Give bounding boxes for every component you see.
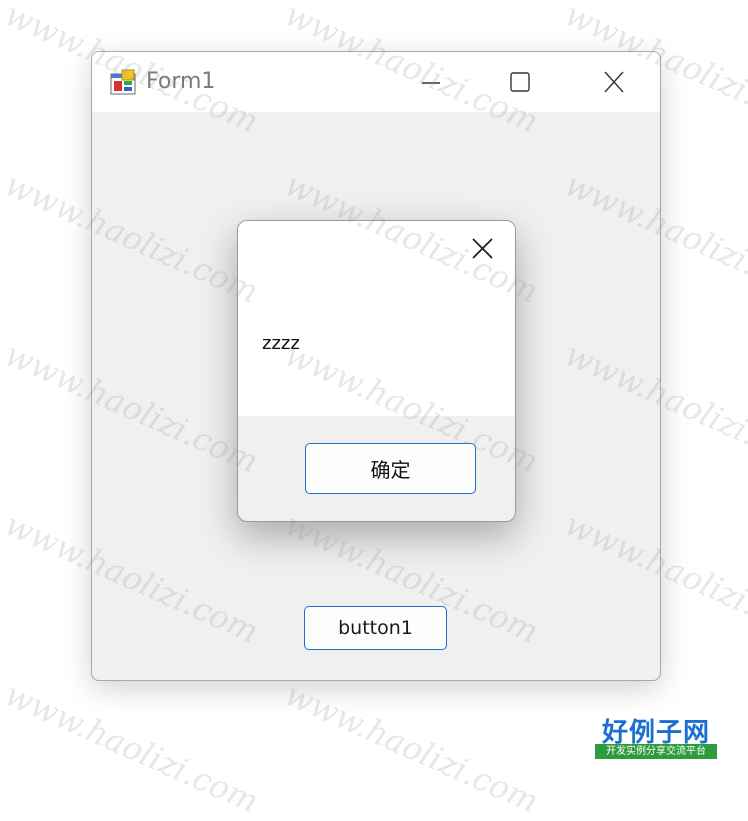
close-icon[interactable]: [589, 64, 639, 100]
title-bar: Form1: [92, 52, 660, 112]
logo-subtext: 开发实例分享交流平台: [595, 744, 717, 759]
message-box-dialog: zzzz 确定: [237, 220, 516, 522]
minimize-icon[interactable]: [406, 64, 456, 100]
window-title: Form1: [146, 69, 216, 94]
watermark-text: www.haolizi.com: [279, 675, 545, 821]
dialog-close-icon[interactable]: [466, 233, 498, 265]
watermark-text: www.haolizi.com: [0, 675, 265, 821]
maximize-icon[interactable]: [495, 64, 545, 100]
message-text: zzzz: [262, 333, 300, 354]
button1[interactable]: button1: [304, 606, 447, 650]
form-app-icon: [110, 69, 138, 97]
haolizi-logo: 好例子网 开发实例分享交流平台: [593, 712, 719, 762]
ok-button[interactable]: 确定: [305, 443, 476, 494]
message-area: zzzz: [238, 221, 515, 416]
